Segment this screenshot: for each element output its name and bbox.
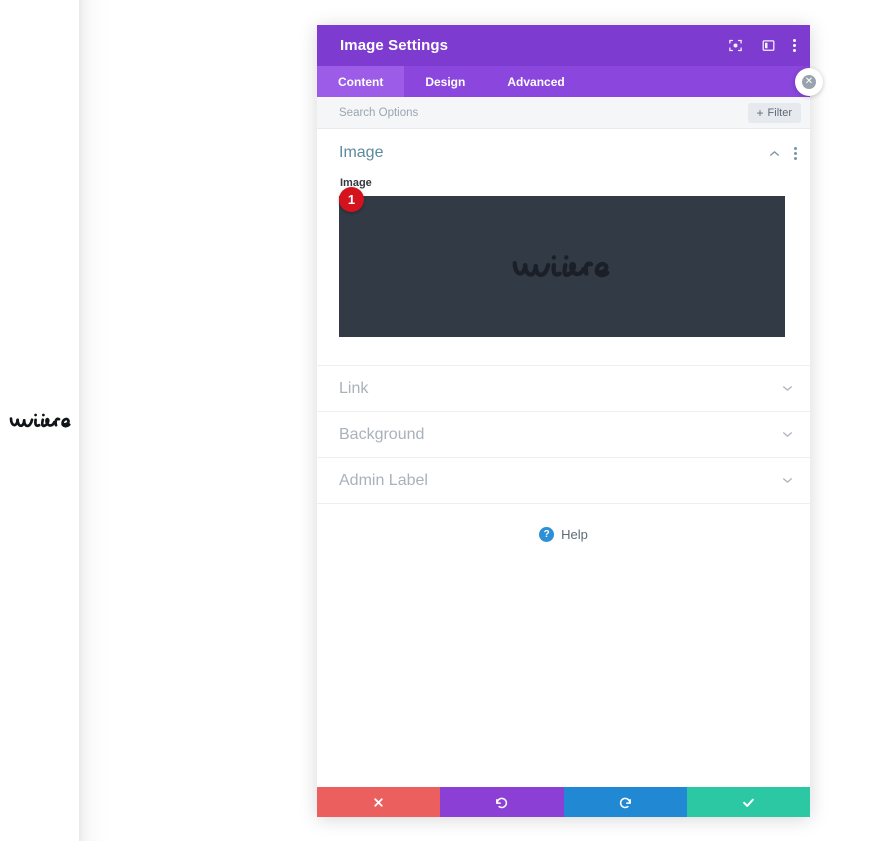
website-page-canvas [0, 0, 79, 841]
help-row: ? Help [317, 503, 810, 565]
page-wire-logo [8, 403, 74, 439]
plus-icon: + [756, 105, 764, 120]
section-toggle-admin-label[interactable]: Admin Label [317, 457, 810, 503]
filter-button-label: Filter [767, 106, 792, 119]
panel-layout-icon[interactable] [760, 37, 777, 54]
chevron-down-icon [781, 382, 794, 395]
section-bottom-spacer [317, 337, 810, 365]
page-edge-shadow [79, 0, 113, 841]
check-icon [743, 798, 754, 807]
modal-footer [317, 787, 810, 817]
section-toggle-link-label: Link [339, 379, 369, 397]
section-image-tools [768, 146, 797, 161]
search-input[interactable] [339, 106, 748, 119]
help-label[interactable]: Help [561, 527, 588, 542]
chevron-up-icon[interactable] [768, 147, 781, 160]
image-field-label: Image [340, 177, 372, 189]
redo-icon [619, 797, 631, 808]
save-button[interactable] [686, 787, 810, 817]
image-preview[interactable]: 1 [339, 187, 785, 337]
modal-body: Image Image 1 Link Background Admin Labe… [317, 129, 810, 787]
tab-advanced[interactable]: Advanced [486, 66, 585, 97]
modal-header-actions [727, 37, 796, 54]
undo-button[interactable] [440, 787, 564, 817]
tab-content[interactable]: Content [317, 66, 405, 97]
screenshot-root: Image Settings ✕ Content Design Advanced… [0, 0, 880, 841]
section-more-options-icon[interactable] [794, 146, 797, 161]
modal-close-button[interactable]: ✕ [795, 68, 823, 96]
section-image: Image Image 1 [317, 129, 810, 365]
modal-title: Image Settings [340, 37, 449, 54]
section-image-header[interactable]: Image [317, 129, 810, 177]
close-icon: ✕ [802, 75, 816, 89]
more-options-icon[interactable] [793, 38, 796, 53]
image-settings-modal: Image Settings ✕ Content Design Advanced… [317, 25, 823, 817]
modal-header: Image Settings [317, 25, 810, 66]
fullscreen-target-icon[interactable] [727, 37, 744, 54]
section-image-title: Image [339, 144, 384, 161]
cancel-button[interactable] [317, 787, 441, 817]
chevron-down-icon [781, 428, 794, 441]
section-toggle-link[interactable]: Link [317, 365, 810, 411]
step-badge-1: 1 [339, 187, 364, 212]
section-toggle-background[interactable]: Background [317, 411, 810, 457]
help-question-icon[interactable]: ? [539, 527, 555, 542]
search-options-bar: + Filter [317, 97, 810, 129]
chevron-down-icon [781, 474, 794, 487]
filter-button[interactable]: + Filter [747, 102, 801, 123]
modal-tabbar: Content Design Advanced [317, 66, 810, 97]
redo-button[interactable] [563, 787, 687, 817]
tab-design[interactable]: Design [404, 66, 486, 97]
image-field: Image 1 [317, 177, 810, 337]
close-x-icon [374, 797, 383, 807]
section-toggle-admin-label-label: Admin Label [339, 471, 428, 489]
section-toggle-background-label: Background [339, 425, 425, 443]
preview-wire-logo [510, 239, 615, 295]
undo-icon [496, 797, 508, 808]
